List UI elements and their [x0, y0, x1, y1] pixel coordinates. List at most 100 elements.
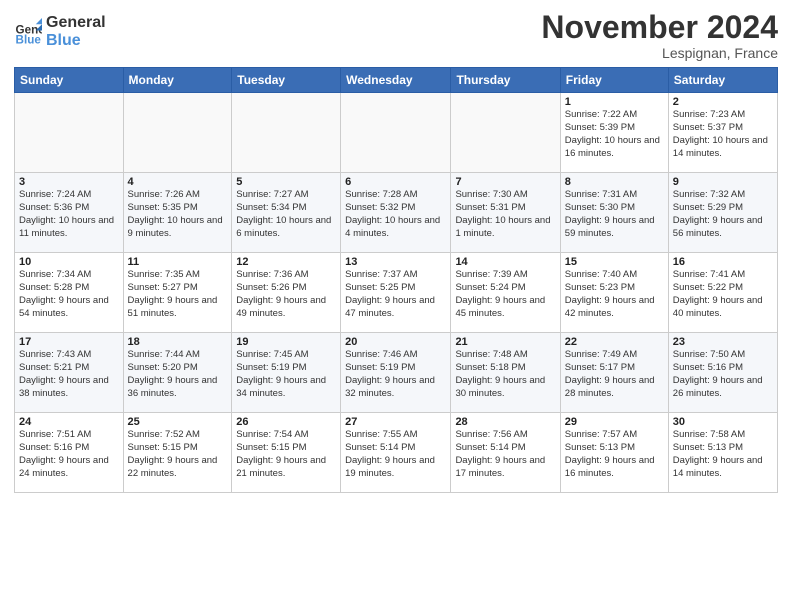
logo-icon: General Blue: [14, 18, 42, 46]
day-number: 10: [19, 256, 119, 268]
calendar-table: Sunday Monday Tuesday Wednesday Thursday…: [14, 67, 778, 493]
day-info: Sunrise: 7:44 AM Sunset: 5:20 PM Dayligh…: [128, 349, 228, 400]
table-row: 12Sunrise: 7:36 AM Sunset: 5:26 PM Dayli…: [232, 253, 341, 333]
day-info: Sunrise: 7:32 AM Sunset: 5:29 PM Dayligh…: [673, 189, 773, 240]
table-row: [123, 93, 232, 173]
calendar-week-row: 3Sunrise: 7:24 AM Sunset: 5:36 PM Daylig…: [15, 173, 778, 253]
table-row: 6Sunrise: 7:28 AM Sunset: 5:32 PM Daylig…: [341, 173, 451, 253]
day-number: 28: [455, 416, 555, 428]
table-row: 16Sunrise: 7:41 AM Sunset: 5:22 PM Dayli…: [668, 253, 777, 333]
day-info: Sunrise: 7:56 AM Sunset: 5:14 PM Dayligh…: [455, 429, 555, 480]
day-info: Sunrise: 7:22 AM Sunset: 5:39 PM Dayligh…: [565, 109, 664, 160]
day-info: Sunrise: 7:36 AM Sunset: 5:26 PM Dayligh…: [236, 269, 336, 320]
day-number: 1: [565, 96, 664, 108]
header-thursday: Thursday: [451, 68, 560, 93]
day-info: Sunrise: 7:50 AM Sunset: 5:16 PM Dayligh…: [673, 349, 773, 400]
day-number: 13: [345, 256, 446, 268]
table-row: 24Sunrise: 7:51 AM Sunset: 5:16 PM Dayli…: [15, 413, 124, 493]
table-row: [232, 93, 341, 173]
table-row: [341, 93, 451, 173]
day-number: 2: [673, 96, 773, 108]
table-row: 29Sunrise: 7:57 AM Sunset: 5:13 PM Dayli…: [560, 413, 668, 493]
day-info: Sunrise: 7:27 AM Sunset: 5:34 PM Dayligh…: [236, 189, 336, 240]
logo: General Blue General Blue: [14, 14, 106, 49]
day-number: 8: [565, 176, 664, 188]
table-row: 14Sunrise: 7:39 AM Sunset: 5:24 PM Dayli…: [451, 253, 560, 333]
table-row: 18Sunrise: 7:44 AM Sunset: 5:20 PM Dayli…: [123, 333, 232, 413]
header-wednesday: Wednesday: [341, 68, 451, 93]
day-number: 27: [345, 416, 446, 428]
day-info: Sunrise: 7:43 AM Sunset: 5:21 PM Dayligh…: [19, 349, 119, 400]
day-info: Sunrise: 7:52 AM Sunset: 5:15 PM Dayligh…: [128, 429, 228, 480]
day-number: 9: [673, 176, 773, 188]
table-row: 21Sunrise: 7:48 AM Sunset: 5:18 PM Dayli…: [451, 333, 560, 413]
table-row: 8Sunrise: 7:31 AM Sunset: 5:30 PM Daylig…: [560, 173, 668, 253]
logo-text-line1: General: [46, 14, 106, 32]
calendar-week-row: 17Sunrise: 7:43 AM Sunset: 5:21 PM Dayli…: [15, 333, 778, 413]
day-info: Sunrise: 7:39 AM Sunset: 5:24 PM Dayligh…: [455, 269, 555, 320]
day-info: Sunrise: 7:57 AM Sunset: 5:13 PM Dayligh…: [565, 429, 664, 480]
table-row: 1Sunrise: 7:22 AM Sunset: 5:39 PM Daylig…: [560, 93, 668, 173]
table-row: 27Sunrise: 7:55 AM Sunset: 5:14 PM Dayli…: [341, 413, 451, 493]
day-number: 22: [565, 336, 664, 348]
table-row: 13Sunrise: 7:37 AM Sunset: 5:25 PM Dayli…: [341, 253, 451, 333]
table-row: 3Sunrise: 7:24 AM Sunset: 5:36 PM Daylig…: [15, 173, 124, 253]
day-number: 7: [455, 176, 555, 188]
header-saturday: Saturday: [668, 68, 777, 93]
day-number: 21: [455, 336, 555, 348]
day-number: 5: [236, 176, 336, 188]
page: General Blue General Blue November 2024 …: [0, 0, 792, 503]
table-row: 26Sunrise: 7:54 AM Sunset: 5:15 PM Dayli…: [232, 413, 341, 493]
day-info: Sunrise: 7:49 AM Sunset: 5:17 PM Dayligh…: [565, 349, 664, 400]
day-info: Sunrise: 7:26 AM Sunset: 5:35 PM Dayligh…: [128, 189, 228, 240]
day-number: 17: [19, 336, 119, 348]
header-friday: Friday: [560, 68, 668, 93]
day-info: Sunrise: 7:40 AM Sunset: 5:23 PM Dayligh…: [565, 269, 664, 320]
day-info: Sunrise: 7:45 AM Sunset: 5:19 PM Dayligh…: [236, 349, 336, 400]
day-info: Sunrise: 7:58 AM Sunset: 5:13 PM Dayligh…: [673, 429, 773, 480]
table-row: 2Sunrise: 7:23 AM Sunset: 5:37 PM Daylig…: [668, 93, 777, 173]
calendar-week-row: 24Sunrise: 7:51 AM Sunset: 5:16 PM Dayli…: [15, 413, 778, 493]
day-info: Sunrise: 7:41 AM Sunset: 5:22 PM Dayligh…: [673, 269, 773, 320]
header-monday: Monday: [123, 68, 232, 93]
day-info: Sunrise: 7:46 AM Sunset: 5:19 PM Dayligh…: [345, 349, 446, 400]
header-tuesday: Tuesday: [232, 68, 341, 93]
day-number: 30: [673, 416, 773, 428]
table-row: 15Sunrise: 7:40 AM Sunset: 5:23 PM Dayli…: [560, 253, 668, 333]
day-number: 18: [128, 336, 228, 348]
day-number: 14: [455, 256, 555, 268]
day-info: Sunrise: 7:23 AM Sunset: 5:37 PM Dayligh…: [673, 109, 773, 160]
day-info: Sunrise: 7:30 AM Sunset: 5:31 PM Dayligh…: [455, 189, 555, 240]
day-info: Sunrise: 7:28 AM Sunset: 5:32 PM Dayligh…: [345, 189, 446, 240]
table-row: 17Sunrise: 7:43 AM Sunset: 5:21 PM Dayli…: [15, 333, 124, 413]
table-row: 4Sunrise: 7:26 AM Sunset: 5:35 PM Daylig…: [123, 173, 232, 253]
header: General Blue General Blue November 2024 …: [14, 10, 778, 61]
table-row: 20Sunrise: 7:46 AM Sunset: 5:19 PM Dayli…: [341, 333, 451, 413]
logo-text-line2: Blue: [46, 32, 106, 50]
table-row: 11Sunrise: 7:35 AM Sunset: 5:27 PM Dayli…: [123, 253, 232, 333]
day-info: Sunrise: 7:31 AM Sunset: 5:30 PM Dayligh…: [565, 189, 664, 240]
table-row: [451, 93, 560, 173]
svg-text:Blue: Blue: [16, 33, 42, 45]
day-number: 4: [128, 176, 228, 188]
table-row: 23Sunrise: 7:50 AM Sunset: 5:16 PM Dayli…: [668, 333, 777, 413]
location: Lespignan, France: [541, 45, 778, 61]
day-info: Sunrise: 7:54 AM Sunset: 5:15 PM Dayligh…: [236, 429, 336, 480]
table-row: 7Sunrise: 7:30 AM Sunset: 5:31 PM Daylig…: [451, 173, 560, 253]
table-row: 28Sunrise: 7:56 AM Sunset: 5:14 PM Dayli…: [451, 413, 560, 493]
day-number: 6: [345, 176, 446, 188]
table-row: 10Sunrise: 7:34 AM Sunset: 5:28 PM Dayli…: [15, 253, 124, 333]
title-block: November 2024 Lespignan, France: [541, 10, 778, 61]
month-title: November 2024: [541, 10, 778, 45]
calendar-header-row: Sunday Monday Tuesday Wednesday Thursday…: [15, 68, 778, 93]
calendar-week-row: 1Sunrise: 7:22 AM Sunset: 5:39 PM Daylig…: [15, 93, 778, 173]
day-number: 29: [565, 416, 664, 428]
calendar-week-row: 10Sunrise: 7:34 AM Sunset: 5:28 PM Dayli…: [15, 253, 778, 333]
day-number: 3: [19, 176, 119, 188]
day-number: 24: [19, 416, 119, 428]
header-sunday: Sunday: [15, 68, 124, 93]
day-number: 15: [565, 256, 664, 268]
day-number: 23: [673, 336, 773, 348]
day-number: 20: [345, 336, 446, 348]
table-row: 22Sunrise: 7:49 AM Sunset: 5:17 PM Dayli…: [560, 333, 668, 413]
